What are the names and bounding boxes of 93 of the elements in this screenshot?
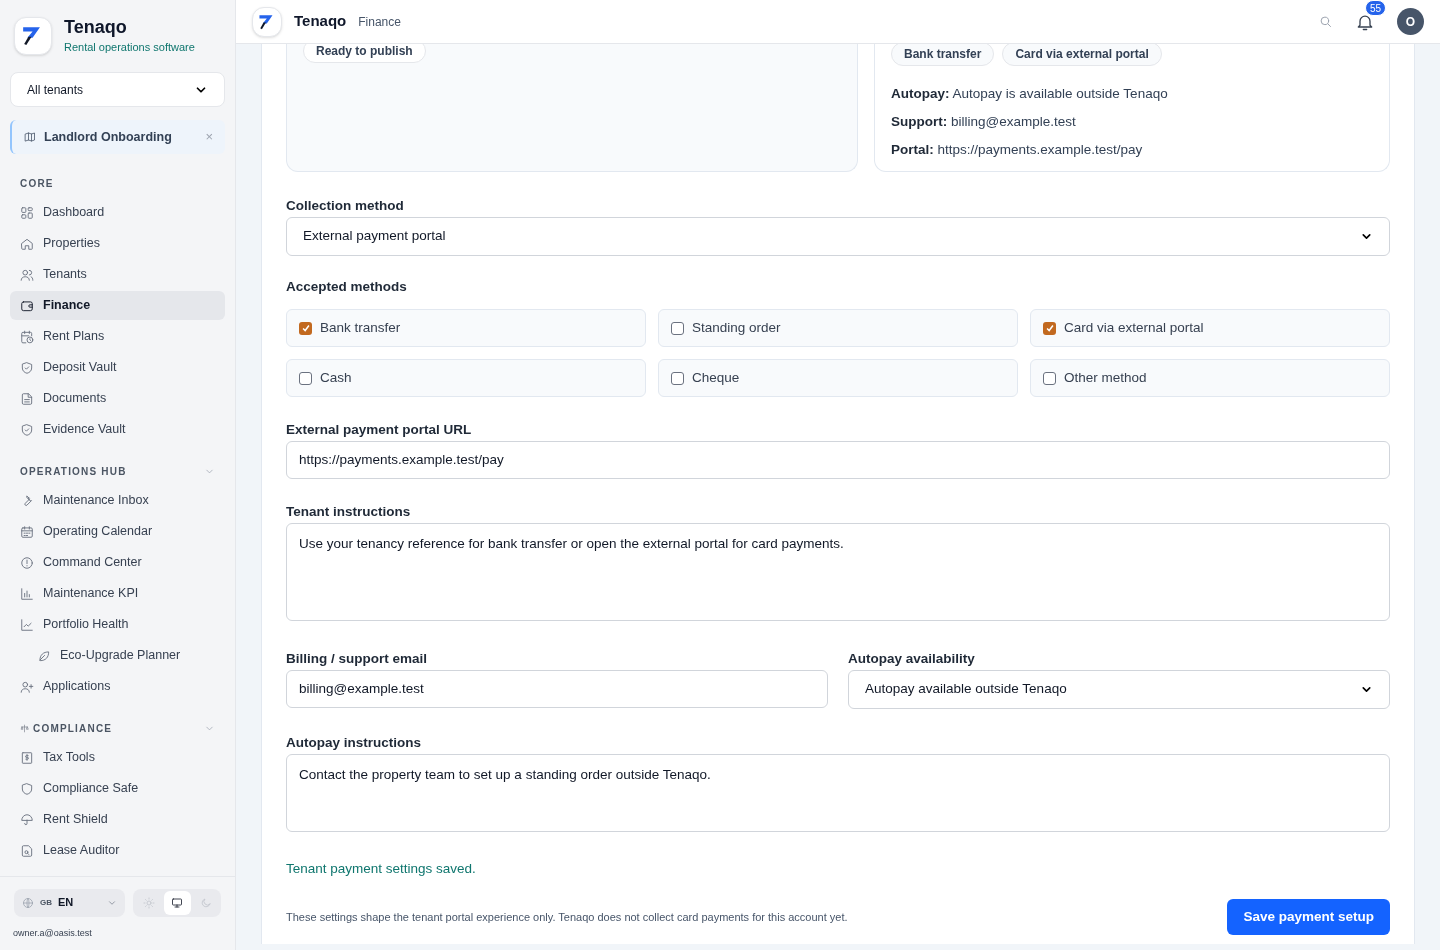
receipt-dollar-icon — [20, 750, 34, 765]
sidebar-item[interactable]: Command Center — [10, 548, 225, 577]
field-label: Billing / support email — [286, 651, 428, 667]
shield-icon — [20, 781, 34, 796]
notification-badge: 55 — [1365, 0, 1387, 16]
checkbox[interactable] — [671, 371, 684, 385]
disclaimer-text: These settings shape the tenant portal experience only. Tenaqo does not collect card payments for this account yet. — [286, 909, 848, 925]
field-label: External payment portal URL — [286, 422, 473, 438]
text-area[interactable]: Use your tenancy reference for bank transfer or open the external portal for card payments. — [286, 523, 1390, 621]
section-heading: CORE — [20, 176, 54, 191]
field-label: Tenant instructions — [286, 504, 412, 520]
shield-check-icon — [20, 422, 34, 437]
text-area[interactable]: Contact the property team to set up a standing order outside Tenaqo. — [286, 754, 1390, 832]
logo-icon — [252, 6, 282, 37]
header-section: Finance — [358, 12, 401, 31]
brand-tagline: Rental operations software — [64, 39, 195, 55]
sidebar-item[interactable]: Tax Tools — [10, 743, 225, 772]
sidebar-item[interactable]: Finance — [10, 291, 225, 320]
sidebar-item[interactable]: Deposit Vault — [10, 353, 225, 382]
status-message: Tenant payment settings saved. — [286, 860, 477, 878]
bar-chart-icon — [20, 586, 34, 601]
leaf-icon — [37, 648, 51, 663]
users-icon — [20, 267, 34, 282]
language-select[interactable]: GB EN — [14, 888, 125, 917]
tenant-select[interactable]: All tenants — [10, 72, 225, 107]
field-label: Accepted methods — [286, 279, 408, 295]
sidebar-item[interactable]: Portfolio Health — [10, 610, 225, 639]
pinned-item[interactable]: Landlord Onboarding × — [10, 120, 225, 154]
select-field[interactable]: Autopay available outside Tenaqo — [848, 670, 1390, 709]
checkbox[interactable] — [299, 321, 312, 335]
checkbox[interactable] — [671, 321, 684, 335]
method-tag: Card via external portal — [1002, 44, 1162, 66]
line-chart-icon — [20, 617, 34, 632]
sidebar-item[interactable]: Rent Plans — [10, 322, 225, 351]
user-avatar[interactable]: O — [1397, 8, 1424, 35]
calendar-clock-icon — [20, 329, 34, 344]
checkbox-option[interactable]: Other method — [1030, 359, 1390, 397]
sidebar-item[interactable]: Properties — [10, 229, 225, 258]
checkbox-option[interactable]: Card via external portal — [1030, 309, 1390, 347]
save-button[interactable]: Save payment setup — [1227, 899, 1390, 935]
alert-circle-icon — [20, 555, 34, 570]
summary-line: Autopay: Autopay is available outside Tenaqo — [891, 85, 1169, 103]
section-heading: COMPLIANCE — [33, 721, 113, 736]
sidebar-item[interactable]: Lease Auditor — [10, 836, 225, 865]
method-tag: Bank transfer — [891, 44, 995, 66]
house-icon — [20, 236, 34, 251]
sidebar-item[interactable]: Evidence Vault — [10, 415, 225, 444]
sidebar-item[interactable]: Tenants — [10, 260, 225, 289]
monitor-icon — [171, 896, 183, 909]
sidebar-item[interactable]: Dashboard — [10, 198, 225, 227]
field-label: Autopay instructions — [286, 735, 422, 751]
field-label: Autopay availability — [848, 651, 976, 667]
calendar-icon — [20, 524, 34, 539]
field-label: Collection method — [286, 198, 405, 214]
moon-icon — [199, 896, 212, 909]
sidebar-item[interactable]: Eco-Upgrade Planner — [10, 641, 225, 670]
sidebar-item[interactable]: Maintenance Inbox — [10, 486, 225, 515]
summary-line: Portal: https://payments.example.test/pay — [891, 141, 1144, 159]
checkbox-option[interactable]: Bank transfer — [286, 309, 646, 347]
logo-icon — [14, 16, 52, 55]
checkbox[interactable] — [1043, 371, 1056, 385]
input-field[interactable]: https://payments.example.test/pay — [286, 441, 1390, 479]
section-heading: OPERATIONS HUB — [20, 464, 127, 479]
wallet-icon — [20, 298, 34, 313]
status-pill: Ready to publish — [303, 44, 426, 63]
grid-icon — [20, 205, 34, 220]
shield-check-icon — [20, 360, 34, 375]
sidebar-item[interactable]: Maintenance KPI — [10, 579, 225, 608]
user-plus-icon — [20, 679, 34, 694]
sidebar-item[interactable]: Documents — [10, 384, 225, 413]
sidebar-item[interactable]: Applications — [10, 672, 225, 701]
theme-toggle[interactable] — [163, 890, 191, 915]
sidebar-item[interactable]: Operating Calendar — [10, 517, 225, 546]
umbrella-icon — [20, 812, 34, 827]
header-brand: Tenaqo — [294, 11, 347, 32]
document-search-icon — [20, 843, 34, 858]
sidebar-item[interactable]: Compliance Safe — [10, 774, 225, 803]
user-email: owner.a@oasis.test — [13, 926, 93, 940]
checkbox-option[interactable]: Standing order — [658, 309, 1018, 347]
sun-icon — [142, 896, 155, 909]
checkbox[interactable] — [1043, 321, 1056, 335]
brand-name: Tenaqo — [64, 16, 128, 39]
checkbox-option[interactable]: Cheque — [658, 359, 1018, 397]
search-icon — [1318, 14, 1333, 29]
map-icon — [24, 131, 36, 143]
sidebar-item[interactable]: Rent Shield — [10, 805, 225, 834]
summary-line: Support: billing@example.test — [891, 113, 1077, 131]
checkbox-option[interactable]: Cash — [286, 359, 646, 397]
select-field[interactable]: External payment portal — [286, 217, 1390, 256]
document-icon — [20, 391, 34, 406]
globe-icon — [22, 896, 34, 909]
input-field[interactable]: billing@example.test — [286, 670, 828, 708]
checkbox[interactable] — [299, 371, 312, 385]
